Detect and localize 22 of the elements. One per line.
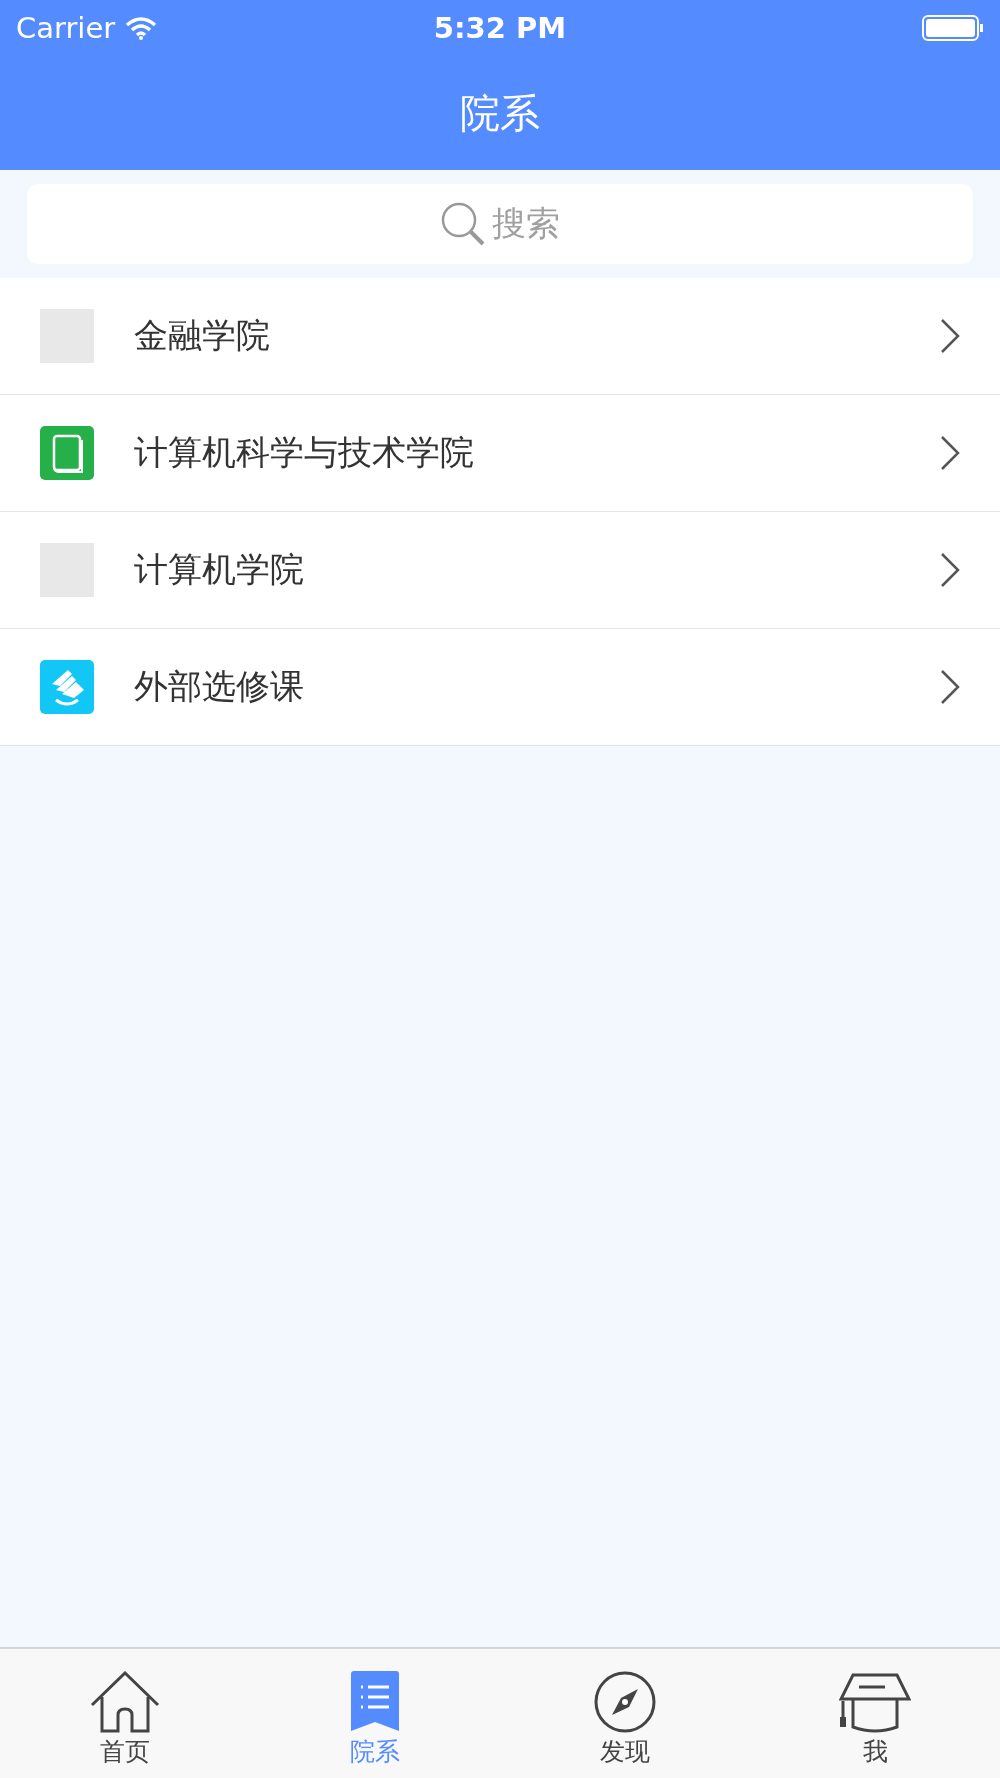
chevron-icon [940,552,960,588]
department-item[interactable]: 外部选修课 [0,629,1000,746]
carrier-label: Carrier [16,11,116,45]
home-icon [90,1671,160,1733]
graduation-cap-icon [839,1671,911,1733]
list-icon [349,1671,401,1733]
tab-item[interactable]: 首页 [0,1649,250,1778]
status-time: 5:32 PM [433,11,567,45]
department-item[interactable]: 金融学院 [0,278,1000,395]
department-item[interactable]: 计算机学院 [0,512,1000,629]
chevron-icon [940,435,960,471]
tab-item[interactable]: 我 [750,1649,1000,1778]
chevron-icon [940,669,960,705]
search-icon [440,201,486,247]
battery-icon [922,15,984,41]
tab-item[interactable]: 发现 [500,1649,750,1778]
compass-icon [594,1671,656,1733]
nav-title: 院系 [460,88,540,138]
book-icon [40,426,94,480]
wifi-icon [125,16,158,40]
department-item[interactable]: 计算机科学与技术学院 [0,395,1000,512]
chevron-icon [940,318,960,354]
